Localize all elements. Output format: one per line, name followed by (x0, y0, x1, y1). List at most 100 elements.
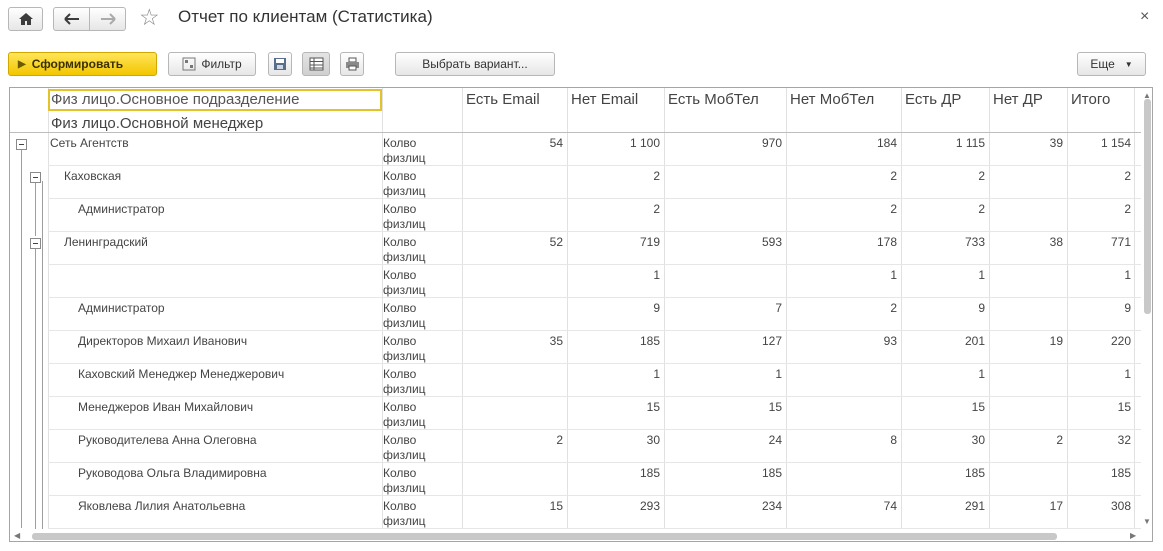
row-measure-label: Колво (383, 400, 417, 414)
table-row[interactable]: Колво физлиц 1 1 1 1 (10, 265, 1141, 298)
choose-variant-button[interactable]: Выбрать вариант... (395, 52, 555, 76)
scroll-left-arrow[interactable]: ◀ (14, 531, 20, 540)
table-row[interactable]: Яковлева Лилия Анатольевна Колво физлиц 15 2… (10, 496, 1141, 529)
value-cell: 2 (1124, 169, 1131, 183)
value-cell: 2 (978, 169, 985, 183)
value-cell: 1 115 (955, 136, 985, 150)
row-measure-label: Колво (383, 334, 417, 348)
column-header[interactable]: Есть МобТел (668, 91, 759, 108)
row-measure-label: физлиц (383, 481, 426, 495)
value-cell: 291 (964, 499, 985, 513)
value-cell: 17 (1049, 499, 1063, 513)
table-row[interactable]: Администратор Колво физлиц 2 2 2 2 (10, 199, 1141, 232)
save-button[interactable] (268, 52, 292, 76)
scroll-right-arrow[interactable]: ▶ (1130, 531, 1136, 540)
value-cell: 1 (1124, 268, 1131, 282)
value-cell: 1 (890, 268, 897, 282)
value-cell: 19 (1049, 334, 1063, 348)
value-cell: 39 (1049, 136, 1063, 150)
table-view-button[interactable] (302, 52, 330, 76)
value-cell: 1 (1124, 367, 1131, 381)
row-measure-label: Колво (383, 202, 417, 216)
filter-label: Фильтр (201, 57, 242, 71)
row-measure-label: физлиц (383, 514, 426, 528)
row-measure-label: физлиц (383, 250, 426, 264)
value-cell: 719 (639, 235, 660, 249)
table-row[interactable]: Менеджеров Иван Михайлович Колво физлиц 15 1… (10, 397, 1141, 430)
column-header[interactable]: Нет МобТел (790, 91, 874, 108)
filter-settings-icon (182, 57, 196, 71)
row-measure-label: Колво (383, 367, 417, 381)
star-icon[interactable]: ☆ (139, 4, 160, 31)
value-cell: 185 (1110, 466, 1131, 480)
row-name: Яковлева Лилия Анатольевна (78, 499, 246, 513)
horizontal-scrollbar[interactable]: ◀ ▶ (10, 530, 1141, 541)
scroll-down-arrow[interactable]: ▼ (1143, 517, 1151, 526)
column-header[interactable]: Итого (1071, 91, 1110, 108)
printer-icon (345, 57, 359, 71)
value-cell: 2 (653, 202, 660, 216)
table-row[interactable]: Сеть Агентств Колво физлиц 54 1 100 970 184 1 1… (10, 133, 1141, 166)
tree-line-level-1 (21, 148, 22, 528)
value-cell: 127 (761, 334, 782, 348)
home-button[interactable] (8, 7, 43, 31)
value-cell: 15 (646, 400, 660, 414)
value-cell: 32 (1117, 433, 1131, 447)
home-icon (18, 13, 33, 25)
filter-button[interactable]: Фильтр (168, 52, 256, 76)
table-row[interactable]: Администратор Колво физлиц 9 7 2 9 9 (10, 298, 1141, 331)
report-table[interactable]: Физ лицо.Основное подразделение Физ лицо… (9, 87, 1153, 542)
row-name: Руководова Ольга Владимировна (78, 466, 267, 480)
table-row[interactable]: Руководителева Анна Олеговна Колво физлиц 2… (10, 430, 1141, 463)
row-measure-label: Колво (383, 301, 417, 315)
value-cell: 9 (1124, 301, 1131, 315)
table-row[interactable]: Директоров Михаил Иванович Колво физлиц 35 1… (10, 331, 1141, 364)
value-cell: 185 (964, 466, 985, 480)
close-icon[interactable]: × (1140, 8, 1149, 26)
collapse-toggle-icon[interactable] (16, 139, 27, 150)
value-cell: 2 (890, 169, 897, 183)
value-cell: 2 (1124, 202, 1131, 216)
value-cell: 2 (890, 301, 897, 315)
table-row[interactable]: Каховская Колво физлиц 2 2 2 2 (10, 166, 1141, 199)
value-cell: 15 (971, 400, 985, 414)
table-row[interactable]: Каховский Менеджер Менеджерович Колво физл… (10, 364, 1141, 397)
column-header[interactable]: Нет ДР (993, 91, 1043, 108)
row-measure-label: физлиц (383, 316, 426, 330)
collapse-toggle-icon[interactable] (30, 238, 41, 249)
value-cell: 2 (556, 433, 563, 447)
row-name: Руководителева Анна Олеговна (78, 433, 257, 447)
table-row[interactable]: Руководова Ольга Владимировна Колво физлиц… (10, 463, 1141, 496)
collapse-toggle-icon[interactable] (30, 172, 41, 183)
tree-line-level-2 (35, 181, 36, 236)
row-measure-label: физлиц (383, 448, 426, 462)
generate-label: Сформировать (31, 57, 124, 71)
more-button[interactable]: Еще ▼ (1077, 52, 1146, 76)
row-measure-label: Колво (383, 235, 417, 249)
row-measure-label: физлиц (383, 382, 426, 396)
table-row[interactable]: Ленинградский Колво физлиц 52 719 593 178 733 38… (10, 232, 1141, 265)
forward-button[interactable] (89, 7, 126, 31)
group-header-department: Физ лицо.Основное подразделение (51, 91, 300, 108)
horizontal-scroll-thumb[interactable] (32, 533, 1057, 540)
value-cell: 74 (883, 499, 897, 513)
value-cell: 970 (761, 136, 782, 150)
row-name: Ленинградский (64, 235, 148, 249)
arrow-right-icon (100, 13, 116, 25)
vertical-scrollbar[interactable]: ▲ ▼ (1141, 89, 1152, 529)
value-cell: 201 (964, 334, 985, 348)
row-name: Администратор (78, 202, 165, 216)
column-header[interactable]: Нет Email (571, 91, 638, 108)
vertical-scroll-thumb[interactable] (1144, 99, 1151, 314)
value-cell: 15 (549, 499, 563, 513)
generate-button[interactable]: ▶ Сформировать (8, 52, 157, 76)
value-cell: 35 (549, 334, 563, 348)
value-cell: 30 (646, 433, 660, 447)
play-icon: ▶ (18, 58, 26, 70)
row-measure-label: Колво (383, 169, 417, 183)
column-header[interactable]: Есть Email (466, 91, 540, 108)
print-button[interactable] (340, 52, 364, 76)
column-header[interactable]: Есть ДР (905, 91, 961, 108)
back-button[interactable] (53, 7, 90, 31)
value-cell: 2 (1056, 433, 1063, 447)
